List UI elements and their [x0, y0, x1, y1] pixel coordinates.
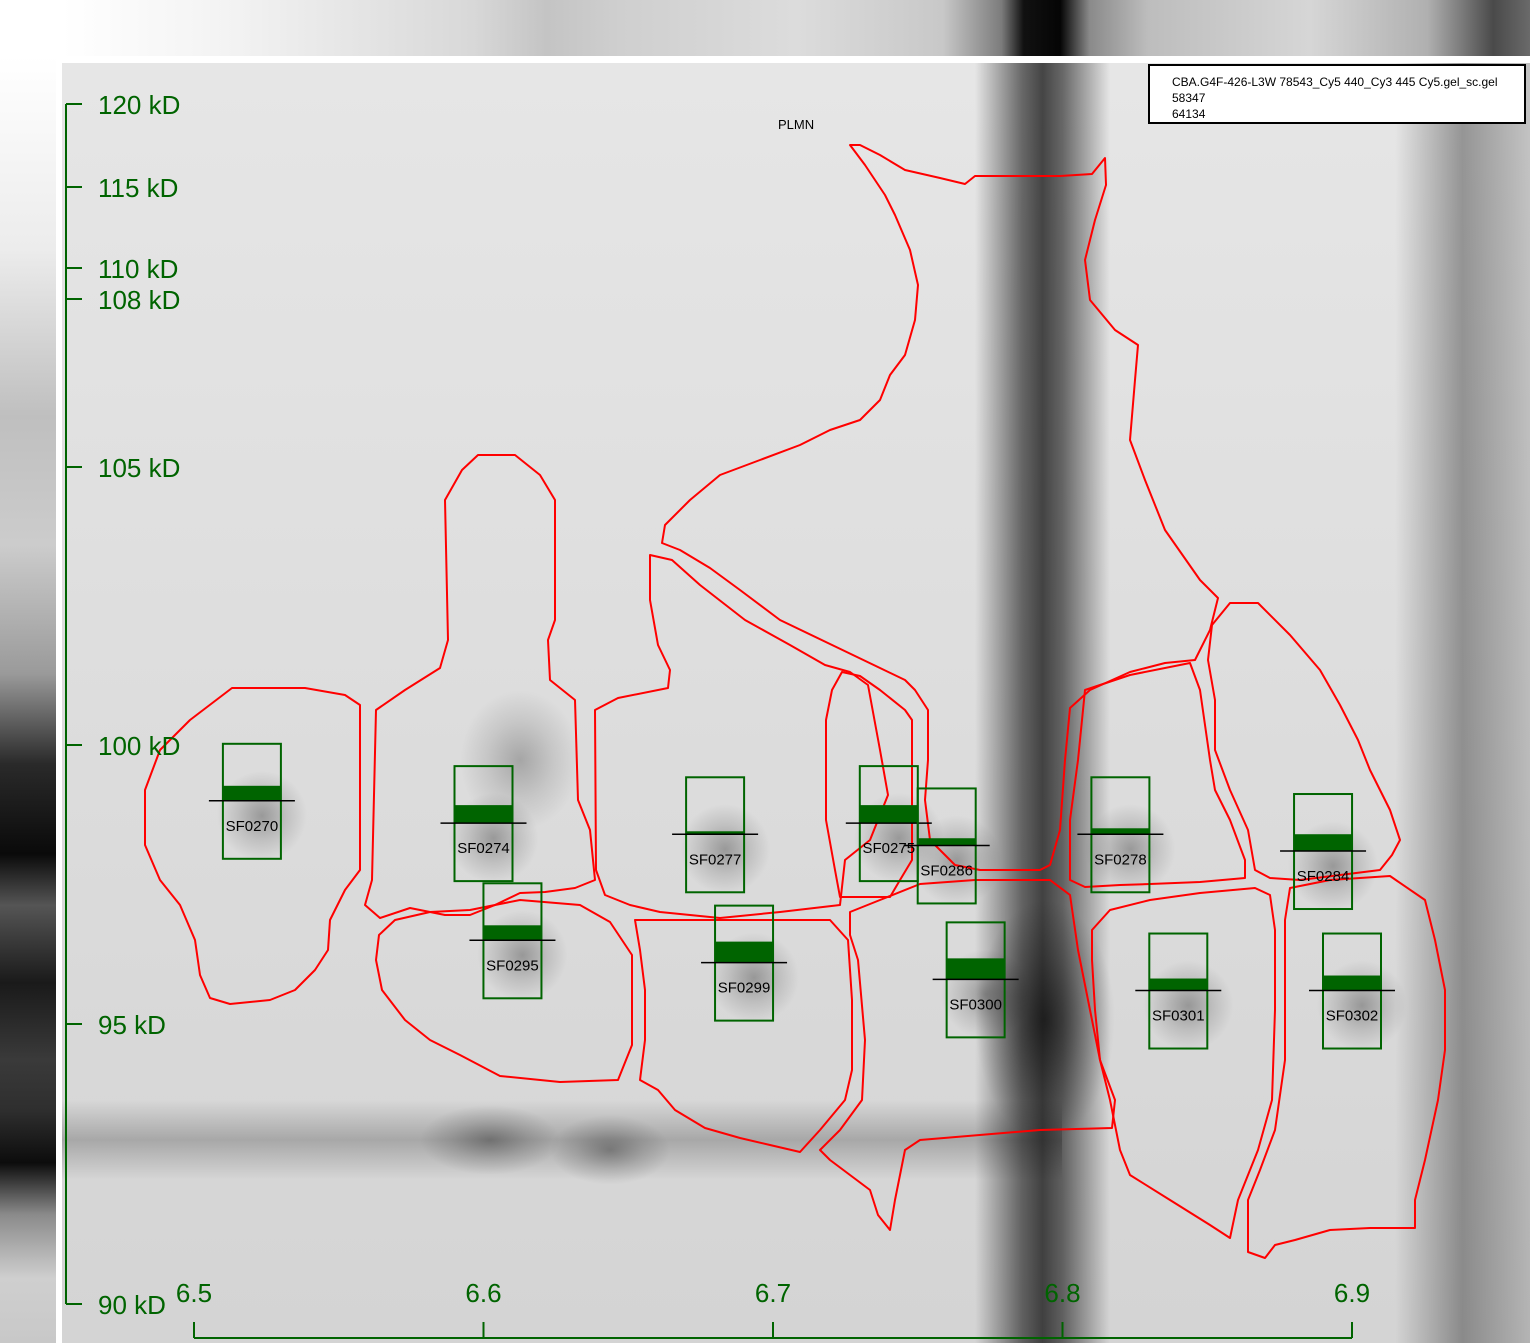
- spot-blob: [477, 910, 568, 1001]
- spot-intensity-bar: [222, 785, 281, 801]
- y-tick-label: 115 kD: [98, 173, 178, 203]
- spot-label: SF0278: [1094, 851, 1147, 868]
- spot-intensity-bar: [946, 958, 1005, 980]
- spot-label: SF0301: [1152, 1008, 1205, 1025]
- gel-info-line: 64134: [1172, 107, 1206, 121]
- spot-intensity-bar: [715, 941, 774, 963]
- spot-intensity-bar: [1091, 828, 1150, 835]
- x-tick-label: 6.8: [1044, 1278, 1080, 1308]
- spot-blob: [1085, 804, 1176, 895]
- spot-label: SF0270: [226, 818, 279, 835]
- spot-blob: [216, 770, 307, 861]
- spot-blob: [1317, 960, 1407, 1051]
- y-tick-label: 95 kD: [98, 1010, 166, 1040]
- left-preview-strip: [0, 56, 56, 1343]
- spot-blob: [1143, 960, 1234, 1051]
- gel-blob: [550, 1115, 670, 1185]
- x-tick-label: 6.5: [176, 1278, 212, 1308]
- spot-intensity-bar: [454, 805, 513, 824]
- y-tick-label: 120 kD: [98, 90, 180, 120]
- y-tick-label: 105 kD: [98, 453, 180, 483]
- spot-label: SF0300: [949, 996, 1002, 1013]
- spot-label: SF0295: [486, 957, 539, 974]
- y-tick-label: 110 kD: [98, 254, 178, 284]
- x-tick-label: 6.6: [465, 1278, 501, 1308]
- spot-blob: [680, 804, 771, 895]
- spot-label: SF0274: [457, 840, 510, 857]
- spot-label: SF0286: [920, 862, 973, 879]
- spot-intensity-bar: [1149, 978, 1208, 991]
- gel-info-box: CBA.G4F-426-L3W 78543_Cy5 440_Cy3 445 Cy…: [1148, 64, 1526, 124]
- x-tick-label: 6.9: [1334, 1278, 1370, 1308]
- gel-image-view: SF0270 SF0274 SF0277 SF0275SF0286 SF0278 SF02…: [0, 0, 1530, 1343]
- spot-intensity-bar: [859, 805, 918, 824]
- spot-label: SF0302: [1326, 1008, 1379, 1025]
- spot-label: SF0277: [689, 851, 742, 868]
- y-tick-label: 90 kD: [98, 1290, 166, 1320]
- spot-intensity-bar: [1294, 834, 1353, 852]
- gel-filename: CBA.G4F-426-L3W 78543_Cy5 440_Cy3 445 Cy…: [1172, 75, 1498, 89]
- y-tick-label: 100 kD: [98, 731, 180, 761]
- y-tick-label: 108 kD: [98, 285, 180, 315]
- spot-intensity-bar: [1323, 975, 1381, 991]
- top-preview-strip: [62, 0, 1530, 56]
- vertical-streak-right: [1395, 63, 1530, 1343]
- x-tick-label: 6.7: [755, 1278, 791, 1308]
- spot-label: SF0275: [863, 840, 916, 857]
- spot-intensity-bar: [917, 838, 976, 846]
- gel-info-line: 58347: [1172, 91, 1206, 105]
- spot-label: SF0284: [1297, 868, 1350, 885]
- spot-blob: [911, 815, 1002, 906]
- spot-intensity-bar: [483, 925, 542, 941]
- spot-label: SF0299: [718, 980, 771, 997]
- gel-blob: [420, 1105, 560, 1175]
- protein-label: PLMN: [778, 117, 814, 132]
